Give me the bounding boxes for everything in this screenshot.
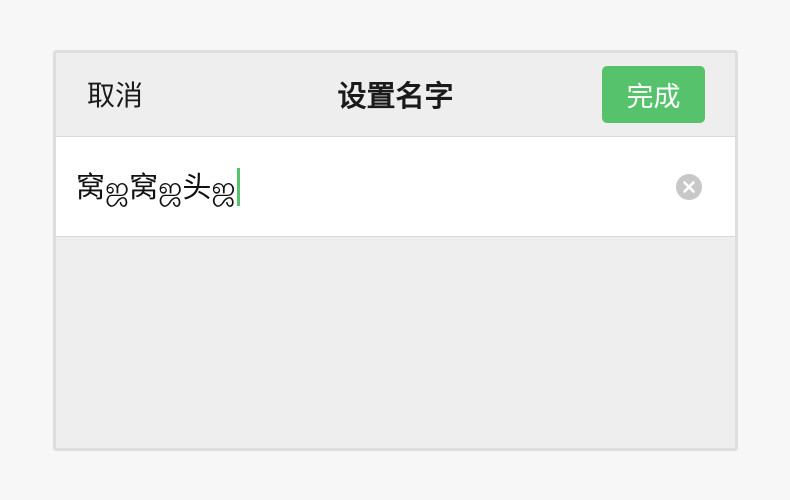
name-input[interactable]: 窝ஜ窝ஜ头ஜ	[76, 166, 240, 208]
done-button[interactable]: 完成	[602, 66, 705, 123]
navigation-bar: 取消 设置名字 完成	[56, 53, 735, 137]
text-caret	[236, 168, 240, 206]
name-input-value: 窝ஜ窝ஜ头ஜ	[76, 170, 236, 204]
clear-input-button[interactable]	[676, 174, 702, 200]
set-name-dialog: 取消 设置名字 完成 窝ஜ窝ஜ头ஜ	[53, 50, 738, 451]
name-field-row: 窝ஜ窝ஜ头ஜ	[56, 137, 735, 237]
clear-circle-icon	[683, 181, 695, 193]
empty-content-area	[56, 237, 735, 448]
